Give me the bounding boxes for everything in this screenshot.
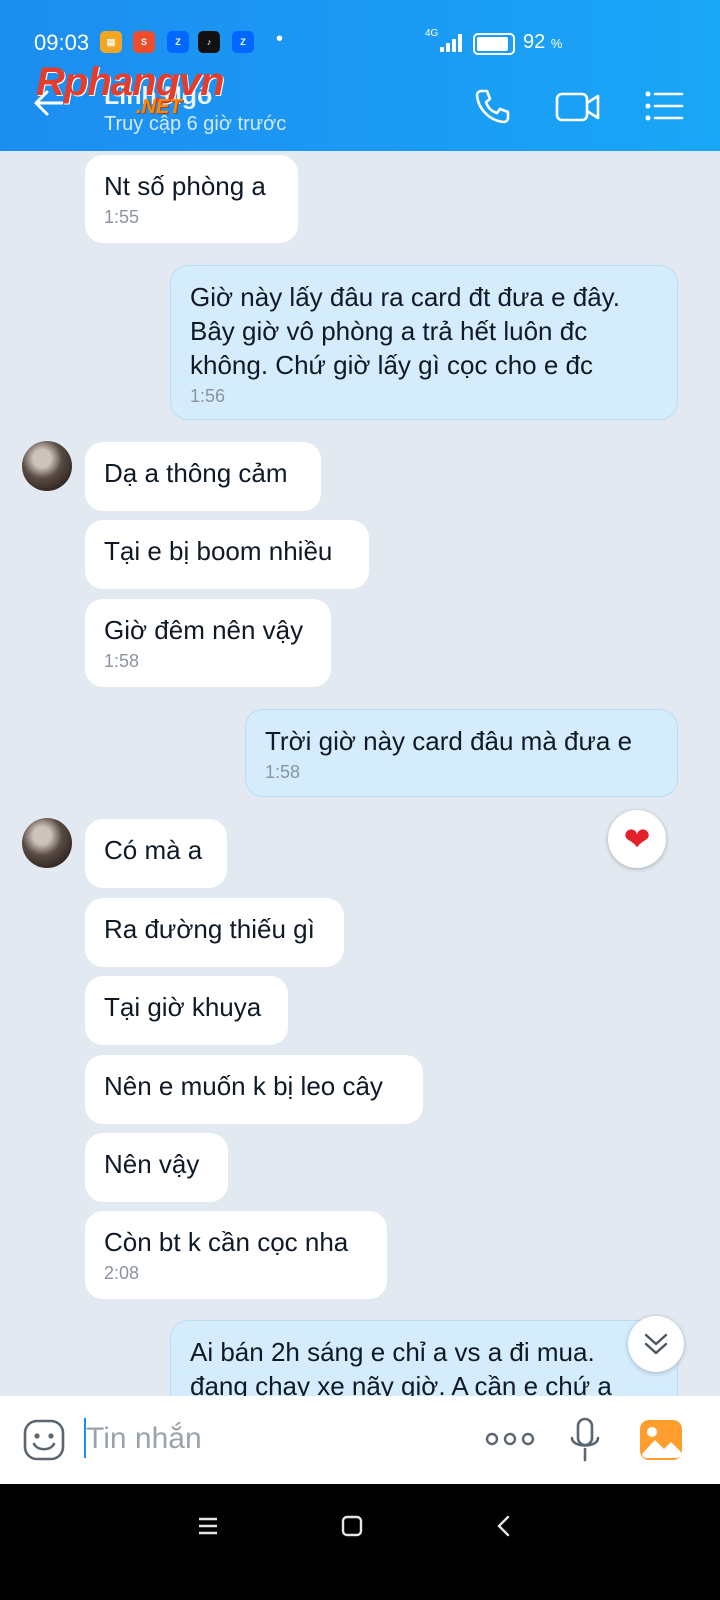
recent-apps-icon[interactable]: [196, 1514, 220, 1538]
message-text: Giờ này lấy đâu ra card đt đưa e đây. Bâ…: [190, 282, 620, 380]
message-time: 1:56: [190, 386, 226, 406]
message-text: Tại e bị boom nhiều: [104, 536, 333, 566]
battery-icon: [473, 33, 515, 55]
message-bubble[interactable]: Dạ a thông cảm: [85, 442, 321, 511]
message-time: 1:55: [104, 207, 140, 227]
message-text: Ai bán 2h sáng e chỉ a vs a đi mua. đang…: [190, 1337, 612, 1401]
status-bar: 09:03 ▤ S Z ♪ Z • 4G 92 %: [0, 0, 720, 60]
watermark-logo-sub: .NET: [136, 96, 182, 118]
chat-header: Linh Ngô Truy cập 6 giờ trước Rphangvn .…: [0, 60, 720, 151]
zalo-app-icon: Z: [167, 31, 189, 53]
message-composer: Tin nhắn: [0, 1396, 720, 1484]
video-call-icon[interactable]: [555, 86, 601, 126]
message-text: Còn bt k cần cọc nha: [104, 1227, 349, 1257]
message-text: Trời giờ này card đâu mà đưa e: [265, 726, 633, 756]
voice-call-icon[interactable]: [472, 86, 512, 126]
contact-avatar[interactable]: [22, 818, 72, 868]
message-input[interactable]: Tin nhắn: [86, 1422, 202, 1456]
home-icon[interactable]: [340, 1514, 364, 1538]
message-time: 2:08: [104, 1263, 140, 1283]
message-bubble[interactable]: Có mà a: [85, 819, 227, 888]
zalo-app-icon-2: Z: [232, 31, 254, 53]
battery-level: 92 %: [523, 31, 563, 53]
message-text: Tại giờ khuya: [104, 992, 262, 1022]
last-seen-status: Truy cập 6 giờ trước: [104, 113, 287, 135]
message-bubble[interactable]: Tại e bị boom nhiều: [85, 520, 369, 589]
microphone-icon[interactable]: [568, 1416, 602, 1464]
shopee-app-icon: S: [133, 31, 155, 53]
heart-icon[interactable]: ❤: [608, 810, 666, 868]
message-bubble[interactable]: Nt số phòng a 1:55: [85, 155, 298, 243]
message-bubble[interactable]: Nên e muốn k bị leo cây: [85, 1055, 423, 1124]
message-bubble[interactable]: Giờ này lấy đâu ra card đt đưa e đây. Bâ…: [170, 265, 678, 420]
network-type: 4G: [425, 28, 439, 39]
image-gallery-icon[interactable]: [638, 1418, 684, 1462]
more-options-icon[interactable]: [485, 1430, 535, 1448]
message-text: Giờ đêm nên vậy: [104, 615, 304, 645]
message-bubble[interactable]: Tại giờ khuya: [85, 976, 288, 1045]
system-navigation-bar: [0, 1484, 720, 1600]
message-time: 1:58: [104, 651, 140, 671]
notes-app-icon: ▤: [100, 31, 122, 53]
back-nav-icon[interactable]: [492, 1514, 516, 1538]
message-bubble[interactable]: Trời giờ này card đâu mà đưa e 1:58: [245, 709, 678, 797]
sticker-emoji-icon[interactable]: [22, 1418, 66, 1462]
menu-list-icon[interactable]: [644, 86, 684, 126]
message-text: Nt số phòng a: [104, 171, 266, 201]
tiktok-app-icon: ♪: [198, 31, 220, 53]
message-text: Nên vậy: [104, 1149, 200, 1179]
message-bubble[interactable]: Giờ đêm nên vậy 1:58: [85, 599, 331, 687]
status-time: 09:03: [34, 30, 90, 55]
more-notifications-dot: •: [276, 28, 284, 50]
message-bubble[interactable]: Còn bt k cần cọc nha 2:08: [85, 1211, 387, 1299]
message-text: Dạ a thông cảm: [104, 458, 288, 488]
message-bubble[interactable]: Ra đường thiếu gì: [85, 898, 344, 967]
message-bubble[interactable]: Nên vậy: [85, 1133, 228, 1202]
message-text: Nên e muốn k bị leo cây: [104, 1071, 383, 1101]
contact-avatar[interactable]: [22, 441, 72, 491]
double-chevron-down-icon: [644, 1333, 668, 1355]
message-time: 1:58: [265, 762, 301, 782]
message-text: Ra đường thiếu gì: [104, 914, 315, 944]
message-text: Có mà a: [104, 835, 203, 865]
watermark-logo: Rphangvn: [36, 60, 225, 104]
scroll-to-bottom-button[interactable]: [628, 1316, 684, 1372]
